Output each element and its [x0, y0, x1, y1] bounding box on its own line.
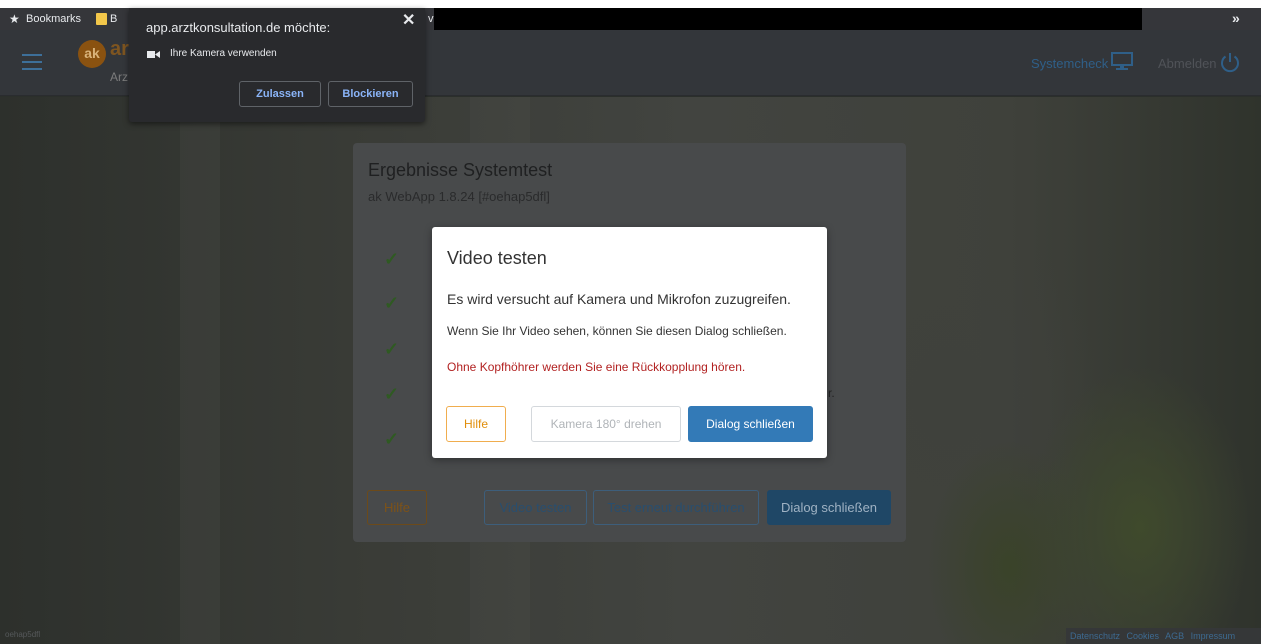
bookmark-item[interactable]: v [428, 12, 434, 26]
check-icon: ✓ [384, 429, 400, 449]
permission-title: app.arztkonsultation.de möchte: [146, 20, 331, 35]
top-strip [0, 0, 1261, 8]
bookmarks-link[interactable]: Bookmarks [26, 12, 81, 26]
monitor-icon[interactable] [1111, 52, 1133, 70]
rotate-camera-button[interactable]: Kamera 180° drehen [531, 406, 681, 442]
dialog-text: Es wird versucht auf Kamera und Mikrofon… [447, 291, 791, 307]
camera-icon [147, 51, 160, 58]
dialog-title: Video testen [447, 248, 547, 268]
panel-close-button[interactable]: Dialog schließen [767, 490, 891, 525]
video-test-dialog: Video testen Es wird versucht auf Kamera… [432, 227, 827, 458]
star-icon: ★ [9, 12, 20, 26]
dialog-text: Wenn Sie Ihr Video sehen, können Sie die… [447, 324, 787, 338]
terms-link[interactable]: AGB [1165, 631, 1184, 641]
logo-mark: ak [78, 40, 106, 68]
retest-button[interactable]: Test erneut durchführen [593, 490, 759, 525]
logo-text: ar [110, 38, 129, 60]
systemcheck-link[interactable]: Systemcheck [1031, 56, 1108, 71]
dialog-close-button[interactable]: Dialog schließen [688, 406, 813, 442]
block-button[interactable]: Blockieren [328, 81, 413, 107]
check-icon: ✓ [384, 249, 400, 269]
panel-subtitle: ak WebApp 1.8.24 [#oehap5dfl] [368, 189, 550, 204]
imprint-link[interactable]: Impressum [1191, 631, 1236, 641]
check-icon: ✓ [384, 384, 400, 404]
session-id: oehap5dfl [5, 630, 41, 639]
folder-icon [96, 13, 107, 25]
logo-subtitle: Arz [110, 70, 128, 84]
bookmarks-overflow-icon[interactable]: » [1232, 10, 1240, 26]
panel-help-button[interactable]: Hilfe [367, 490, 427, 525]
panel-result-text: r. [828, 386, 835, 400]
bookmark-folder[interactable]: B [110, 12, 117, 26]
logout-link[interactable]: Abmelden [1158, 56, 1217, 71]
check-icon: ✓ [384, 339, 400, 359]
power-icon[interactable] [1219, 51, 1241, 73]
camera-permission-popup: app.arztkonsultation.de möchte: ✕ Ihre K… [129, 8, 425, 122]
redacted-area [434, 8, 1142, 30]
footer-links: Datenschutz Cookies AGB Impressum [1066, 628, 1261, 644]
dialog-help-button[interactable]: Hilfe [446, 406, 506, 442]
allow-button[interactable]: Zulassen [239, 81, 321, 107]
cookies-link[interactable]: Cookies [1127, 631, 1160, 641]
check-icon: ✓ [384, 293, 400, 313]
privacy-link[interactable]: Datenschutz [1070, 631, 1120, 641]
hamburger-menu-icon[interactable] [22, 54, 42, 70]
panel-title: Ergebnisse Systemtest [368, 160, 553, 180]
permission-request: Ihre Kamera verwenden [170, 48, 277, 59]
dialog-warning: Ohne Kopfhöhrer werden Sie eine Rückkopp… [447, 360, 746, 374]
close-icon[interactable]: ✕ [402, 10, 415, 30]
video-test-button[interactable]: Video testen [484, 490, 587, 525]
backdrop-light [180, 97, 220, 644]
